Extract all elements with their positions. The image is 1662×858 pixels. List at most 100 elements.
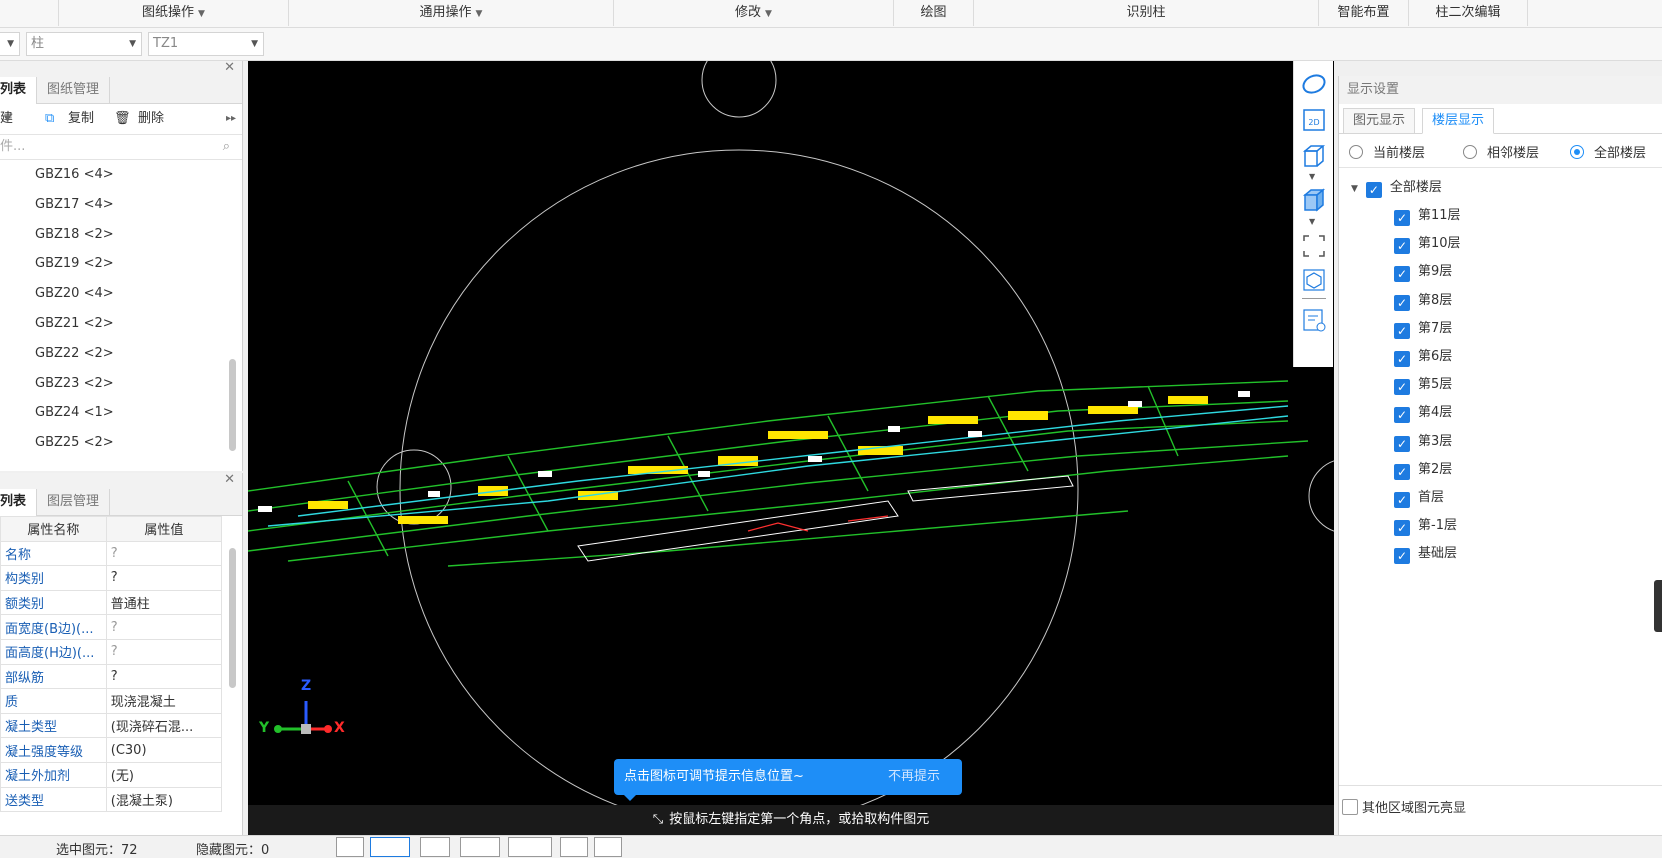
selected-count: 选中图元：72	[56, 843, 138, 858]
component-type-selector[interactable]: 柱 ▼	[26, 32, 142, 56]
more-icon[interactable]: ▸▸	[226, 104, 236, 134]
dismiss-hint-button[interactable]: 不再提示	[888, 759, 940, 795]
list-item[interactable]: GBZ16 <4>	[0, 160, 242, 190]
checkbox-icon: ✓	[1394, 295, 1410, 311]
floor-item[interactable]: ✓ 第11层	[1394, 206, 1461, 226]
3d-viewport[interactable]: Z Y X 点击图标可调节提示信息位置~ 不再提示 ⤡ 按鼠标左键指定第一个角点，…	[248, 61, 1334, 835]
list-item[interactable]: GBZ20 <4>	[0, 279, 242, 309]
snap-button[interactable]	[508, 837, 552, 857]
floor-item[interactable]: ✓ 第10层	[1394, 234, 1461, 254]
tab-element-display[interactable]: 图元显示	[1343, 108, 1416, 134]
floor-scope-radio-group: 当前楼层 相邻楼层 全部楼层	[1339, 134, 1662, 168]
table-row[interactable]: 构类别?	[0, 565, 223, 591]
floor-item[interactable]: ✓ 第4层	[1394, 403, 1452, 423]
property-table: 属性名称 属性值 名称? 构类别? 额类别 普通柱 面宽度(B边)(...? 面高度…	[0, 516, 223, 813]
property-scrollbar[interactable]	[229, 548, 236, 688]
chevron-down-icon[interactable]: ▼	[1309, 217, 1315, 226]
table-row[interactable]: 凝土类型 (现浇碎石混...	[0, 712, 223, 739]
floor-item[interactable]: ✓ 第3层	[1394, 432, 1452, 452]
radio-adjacent-floors[interactable]: 相邻楼层	[1463, 142, 1539, 161]
ribbon-smart-layout[interactable]: 智能布置	[1318, 0, 1408, 26]
select-pointer-button[interactable]	[336, 837, 364, 857]
box-select-button[interactable]	[370, 837, 410, 857]
view-toolbar: 2D ▼ ▼	[1293, 61, 1333, 367]
3d-box-icon[interactable]	[1301, 143, 1327, 169]
table-row[interactable]: 送类型 (混凝土泵)	[0, 786, 223, 813]
list-item[interactable]: GBZ19 <2>	[0, 249, 242, 279]
ribbon-modify[interactable]: 修改 ▼	[613, 0, 893, 26]
status-bar: 选中图元：72 隐藏图元：0	[0, 835, 1662, 858]
tree-root-all-floors[interactable]: ▼ ✓ 全部楼层	[1351, 178, 1442, 198]
ribbon-bar: 图纸操作 ▼ 通用操作 ▼ 修改 ▼ 绘图 识别柱 智能布置 柱二次编辑	[0, 0, 1662, 28]
axis-x-label: X	[334, 720, 345, 736]
tab-layer-management[interactable]: 图层管理	[37, 489, 111, 516]
floor-item[interactable]: ✓ 第6层	[1394, 347, 1452, 367]
radio-all-floors[interactable]: 全部楼层	[1570, 142, 1646, 161]
line-select-button[interactable]	[460, 837, 500, 857]
list-item[interactable]: GBZ18 <2>	[0, 220, 242, 250]
ribbon-identify-column[interactable]: 识别柱	[973, 0, 1318, 26]
close-icon[interactable]: ✕	[224, 472, 235, 487]
delete-button[interactable]: 删除	[138, 104, 164, 134]
cube-icon[interactable]	[1301, 267, 1327, 293]
component-search-input[interactable]: 件... ⌕	[0, 134, 242, 160]
2d-view-icon[interactable]: 2D	[1301, 107, 1327, 133]
fit-view-icon[interactable]	[1301, 233, 1327, 259]
checkbox-icon: ✓	[1394, 464, 1410, 480]
table-row[interactable]: 面高度(H边)(...?	[0, 638, 223, 665]
floor-item[interactable]: ✓ 第2层	[1394, 460, 1452, 480]
copy-button[interactable]: 复制	[68, 104, 94, 134]
table-row[interactable]: 凝土外加剂 (无)	[0, 761, 223, 788]
floor-item[interactable]: ✓ 首层	[1394, 488, 1444, 508]
table-row[interactable]: 额类别 普通柱	[0, 589, 223, 616]
table-row[interactable]: 凝土强度等级 (C30)	[0, 737, 223, 763]
table-row[interactable]: 名称?	[0, 540, 223, 567]
other-area-highlight-checkbox[interactable]: 其他区域图元亮显	[1342, 799, 1466, 819]
floor-selector[interactable]: ▼	[0, 32, 20, 56]
app-window: 图纸操作 ▼ 通用操作 ▼ 修改 ▼ 绘图 识别柱 智能布置 柱二次编辑 ▼ 柱 ▼ T…	[0, 0, 1662, 858]
list-item[interactable]: GBZ17 <4>	[0, 190, 242, 220]
radio-current-floor[interactable]: 当前楼层	[1349, 142, 1425, 161]
table-row[interactable]: 质现浇混凝土	[0, 688, 223, 714]
floor-item[interactable]: ✓ 第9层	[1394, 262, 1452, 282]
component-toolbar: 建 ▼ ⧉ 复制 🗑 删除 ▸▸	[0, 104, 242, 134]
shrink-icon[interactable]: ⤡	[653, 812, 663, 827]
tab-component-list[interactable]: 列表	[0, 77, 38, 104]
list-item[interactable]: GBZ22 <2>	[0, 339, 242, 369]
floor-item[interactable]: ✓ 第-1层	[1394, 516, 1457, 536]
checkbox-icon: ✓	[1394, 492, 1410, 508]
ribbon-general-ops[interactable]: 通用操作 ▼	[288, 0, 613, 26]
list-item[interactable]: GBZ25 <2>	[0, 428, 242, 458]
expand-icon: ▼	[1351, 184, 1358, 194]
list-item[interactable]: GBZ21 <2>	[0, 309, 242, 339]
tab-property-list[interactable]: 列表	[0, 489, 38, 516]
hint-tooltip[interactable]: 点击图标可调节提示信息位置~ 不再提示	[614, 759, 962, 801]
table-row[interactable]: 面宽度(B边)(...?	[0, 614, 223, 640]
ribbon-drawing-ops[interactable]: 图纸操作 ▼	[58, 0, 288, 26]
orbit-icon[interactable]	[1301, 71, 1327, 97]
3d-solid-icon[interactable]	[1301, 187, 1327, 213]
tab-floor-display[interactable]: 楼层显示	[1422, 108, 1495, 134]
panel-collapse-handle[interactable]	[1654, 580, 1662, 632]
table-row[interactable]: 部纵筋?	[0, 663, 223, 690]
list-item[interactable]: GBZ24 <1>	[0, 398, 242, 428]
close-icon[interactable]: ✕	[224, 60, 235, 75]
chevron-down-icon[interactable]: ▼	[1309, 172, 1315, 181]
ribbon-column-edit[interactable]: 柱二次编辑	[1408, 0, 1528, 26]
edit-button[interactable]	[594, 837, 622, 857]
tab-drawing-management[interactable]: 图纸管理	[37, 77, 111, 104]
ribbon-draw[interactable]: 绘图	[893, 0, 973, 26]
command-prompt: ⤡ 按鼠标左键指定第一个角点，或拾取构件图元	[248, 805, 1334, 835]
component-name-selector[interactable]: TZ1 ▼	[148, 32, 264, 56]
display-list-icon[interactable]	[1301, 307, 1327, 333]
hidden-count: 隐藏图元：0	[196, 843, 270, 858]
floor-item[interactable]: ✓ 第7层	[1394, 319, 1452, 339]
component-list: GBZ16 <4> GBZ17 <4> GBZ18 <2> GBZ19 <2> …	[0, 160, 242, 458]
list-scrollbar[interactable]	[229, 359, 236, 451]
cross-select-button[interactable]	[420, 837, 450, 857]
floor-item[interactable]: ✓ 基础层	[1394, 544, 1457, 564]
floor-item[interactable]: ✓ 第8层	[1394, 291, 1452, 311]
list-item[interactable]: GBZ23 <2>	[0, 369, 242, 399]
layer-button[interactable]	[560, 837, 588, 857]
floor-item[interactable]: ✓ 第5层	[1394, 375, 1452, 395]
